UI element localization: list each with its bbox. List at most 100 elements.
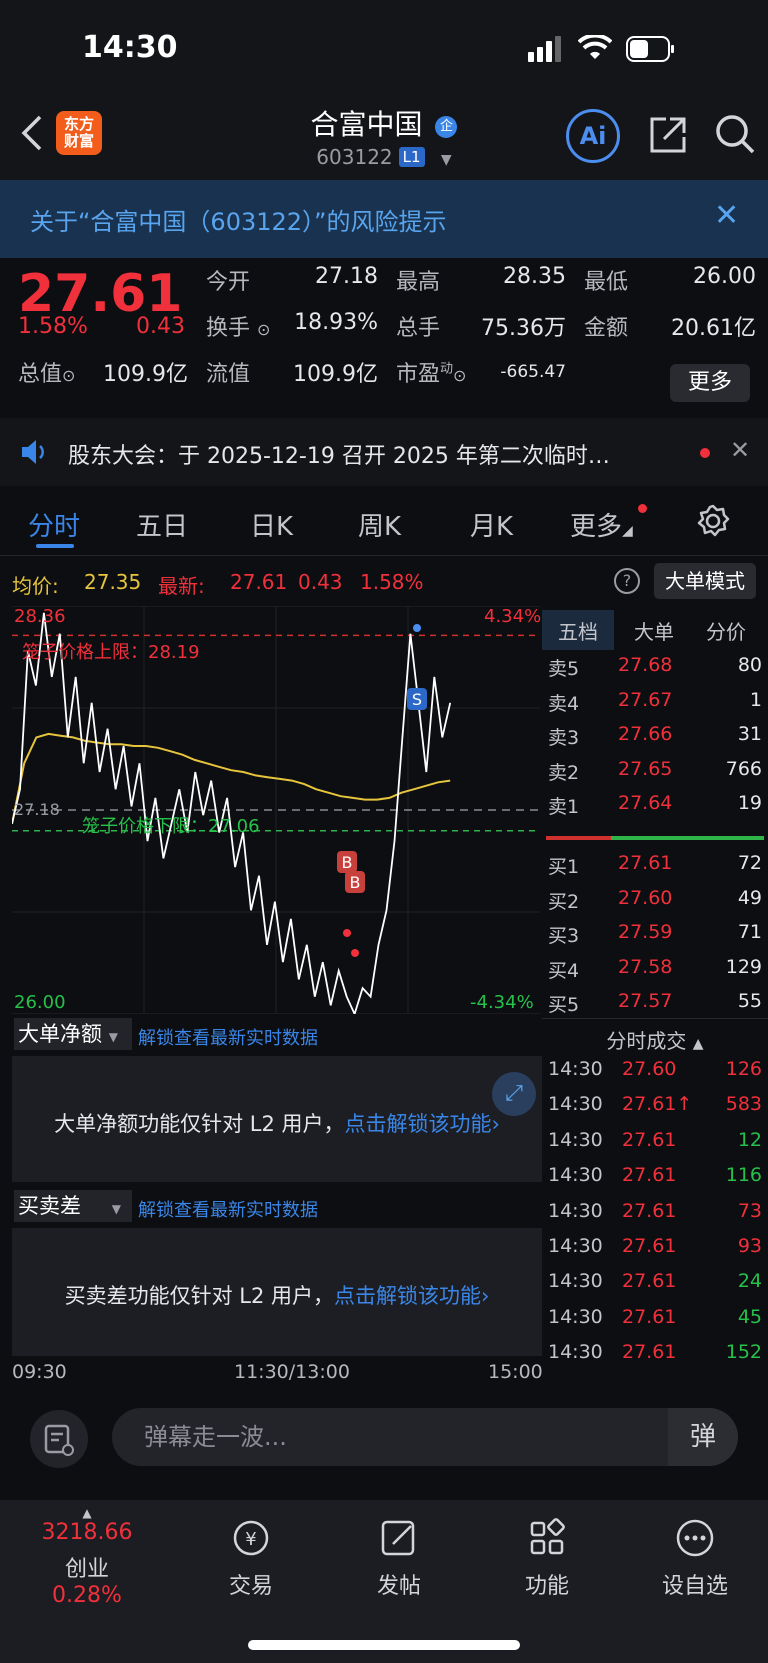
amount-value: 20.61亿 bbox=[671, 316, 756, 341]
level-price: 27.64 bbox=[618, 792, 673, 814]
danmaku-toggle[interactable]: 弹 bbox=[668, 1408, 738, 1466]
tab-big-orders[interactable]: 大单 bbox=[634, 616, 674, 645]
high-label: 最高 bbox=[396, 270, 441, 295]
stock-name-text: 合富中国 bbox=[310, 108, 423, 141]
spread-title: 买卖差 bbox=[18, 1194, 81, 1218]
tab-five-day[interactable]: 五日 bbox=[136, 506, 188, 543]
index-name: 创业 bbox=[64, 1557, 109, 1582]
level-volume: 1 bbox=[749, 688, 762, 711]
bids-row[interactable]: 买2 27.60 49 bbox=[548, 883, 762, 917]
trade-price: 27.61 bbox=[622, 1341, 677, 1364]
net-amount-unlock-action[interactable]: 点击解锁该功能 bbox=[345, 1112, 492, 1136]
share-button[interactable] bbox=[646, 113, 690, 157]
latest-label: 最新: bbox=[158, 574, 205, 598]
danmaku-input[interactable]: 弹幕走一波... bbox=[112, 1408, 738, 1466]
big-order-mode-button[interactable]: 大单模式 bbox=[654, 563, 756, 599]
net-amount-unlock-link[interactable]: 解锁查看最新实时数据 bbox=[138, 1024, 318, 1050]
sell-marker-text: S bbox=[412, 690, 422, 709]
avg-label: 均价: bbox=[12, 574, 59, 598]
caret-up-icon: ▲ bbox=[692, 1036, 704, 1052]
trade-price: 27.61 bbox=[622, 1164, 677, 1187]
ai-button[interactable]: Ai bbox=[566, 109, 620, 163]
trade-time: 14:30 bbox=[548, 1235, 603, 1257]
caret-up-icon: ▲ bbox=[82, 1506, 92, 1520]
latest-change: 0.43 bbox=[298, 570, 343, 594]
bids-row[interactable]: 买1 27.61 72 bbox=[548, 848, 762, 882]
tab-intraday[interactable]: 分时 bbox=[28, 506, 80, 543]
buy-marker-text: B bbox=[342, 853, 353, 872]
bids-row[interactable]: 买5 27.57 55 bbox=[548, 986, 762, 1020]
nav-post[interactable]: 发帖 bbox=[344, 1516, 454, 1600]
prev-close-label: 27.18 bbox=[14, 800, 60, 819]
nav-post-label: 发帖 bbox=[376, 1574, 421, 1599]
search-icon bbox=[716, 115, 755, 154]
asks-row[interactable]: 卖3 27.66 31 bbox=[548, 719, 762, 753]
latest-pct: 1.58% bbox=[360, 570, 424, 594]
more-dots-icon bbox=[676, 1519, 714, 1557]
level-label: 买1 bbox=[548, 856, 580, 878]
pe-label: 市盈动⊙ bbox=[396, 356, 466, 388]
info-icon: ⊙ bbox=[453, 366, 467, 385]
risk-banner[interactable]: 关于“合富中国（603122）”的风险提示 ✕ bbox=[0, 180, 768, 258]
nav-functions[interactable]: 功能 bbox=[492, 1516, 602, 1600]
chevron-right-icon: › bbox=[481, 1284, 490, 1308]
help-icon[interactable]: ? bbox=[614, 568, 640, 594]
level-price: 27.68 bbox=[618, 654, 673, 676]
tab-more[interactable]: 更多◢ bbox=[570, 506, 633, 543]
level-price: 27.66 bbox=[618, 723, 673, 745]
close-icon[interactable]: ✕ bbox=[714, 198, 739, 233]
high-value: 28.35 bbox=[503, 264, 566, 289]
nav-watchlist[interactable]: 设自选 bbox=[640, 1516, 750, 1600]
asks-row[interactable]: 卖2 27.65 766 bbox=[548, 754, 762, 788]
close-icon[interactable]: ✕ bbox=[730, 436, 750, 464]
trades-header[interactable]: 分时成交 ▲ bbox=[542, 1018, 768, 1054]
net-amount-dropdown[interactable]: 大单净额 ▼ bbox=[14, 1018, 132, 1050]
asks-row[interactable]: 卖5 27.68 80 bbox=[548, 650, 762, 684]
asks-row[interactable]: 卖4 27.67 1 bbox=[548, 685, 762, 719]
lower-limit-label: 笼子价格下限：27.06 bbox=[82, 816, 260, 837]
bids-row[interactable]: 买4 27.58 129 bbox=[548, 952, 762, 986]
caret-down-icon: ▼ bbox=[440, 152, 452, 168]
trade-price: 27.61 bbox=[622, 1305, 677, 1328]
danmaku-toggle-label: 弹 bbox=[689, 1422, 716, 1452]
expand-icon[interactable]: ⤢ bbox=[492, 1072, 536, 1116]
search-button[interactable] bbox=[712, 111, 758, 157]
spread-unlock-link[interactable]: 解锁查看最新实时数据 bbox=[138, 1196, 318, 1222]
trade-time: 14:30 bbox=[548, 1058, 603, 1080]
spread-dropdown[interactable]: 买卖差 ▼ bbox=[14, 1190, 132, 1222]
more-button[interactable]: 更多 bbox=[670, 364, 750, 402]
tab-price-dist[interactable]: 分价 bbox=[706, 616, 746, 645]
intraday-chart[interactable]: BB S bbox=[12, 606, 540, 1014]
trade-row: 14:30 27.61 116 bbox=[548, 1160, 762, 1196]
caret-icon: ◢ bbox=[622, 523, 633, 539]
settings-icon[interactable] bbox=[696, 504, 730, 538]
comment-list-button[interactable] bbox=[30, 1410, 88, 1468]
trade-price: 27.61 bbox=[622, 1270, 677, 1293]
asks-row[interactable]: 卖1 27.64 19 bbox=[548, 788, 762, 822]
notice-bar[interactable]: 股东大会：于 2025-12-19 召开 2025 年第二次临时… ✕ bbox=[0, 418, 768, 486]
nav-trade[interactable]: ¥ 交易 bbox=[196, 1516, 306, 1600]
trade-icon: ¥ bbox=[233, 1520, 269, 1556]
trade-row: 14:30 27.60 126 bbox=[548, 1054, 762, 1090]
tab-five-levels[interactable]: 五档 bbox=[558, 616, 598, 645]
trade-row: 14:30 27.61 93 bbox=[548, 1231, 762, 1267]
tab-daily-k[interactable]: 日K bbox=[250, 506, 293, 543]
sell-point bbox=[413, 624, 421, 632]
tab-weekly-k[interactable]: 周K bbox=[358, 506, 401, 543]
pe-label-text: 市盈 bbox=[396, 362, 441, 387]
price-info-row: 均价: 27.35 最新: 27.61 0.43 1.58% ? bbox=[0, 560, 768, 606]
level-volume: 129 bbox=[725, 955, 762, 978]
spread-msg: 买卖差功能仅针对 L2 用户，点击解锁该功能› bbox=[12, 1280, 542, 1310]
index-ticker[interactable]: ▲ 3218.66 创业 0.28% bbox=[32, 1506, 142, 1608]
trade-price: 27.61↑ bbox=[622, 1093, 693, 1116]
volume-value: 75.36万 bbox=[481, 316, 566, 341]
risk-text: 关于“合富中国（603122）”的风险提示 bbox=[30, 208, 447, 236]
tab-more-label: 更多 bbox=[570, 512, 623, 542]
enterprise-icon: 企 bbox=[435, 116, 458, 138]
spread-unlock-action[interactable]: 点击解锁该功能 bbox=[334, 1284, 481, 1308]
home-indicator bbox=[248, 1640, 520, 1650]
level-volume: 766 bbox=[725, 757, 762, 780]
bids-row[interactable]: 买3 27.59 71 bbox=[548, 917, 762, 951]
trade-volume: 116 bbox=[725, 1164, 762, 1187]
tab-monthly-k[interactable]: 月K bbox=[470, 506, 513, 543]
